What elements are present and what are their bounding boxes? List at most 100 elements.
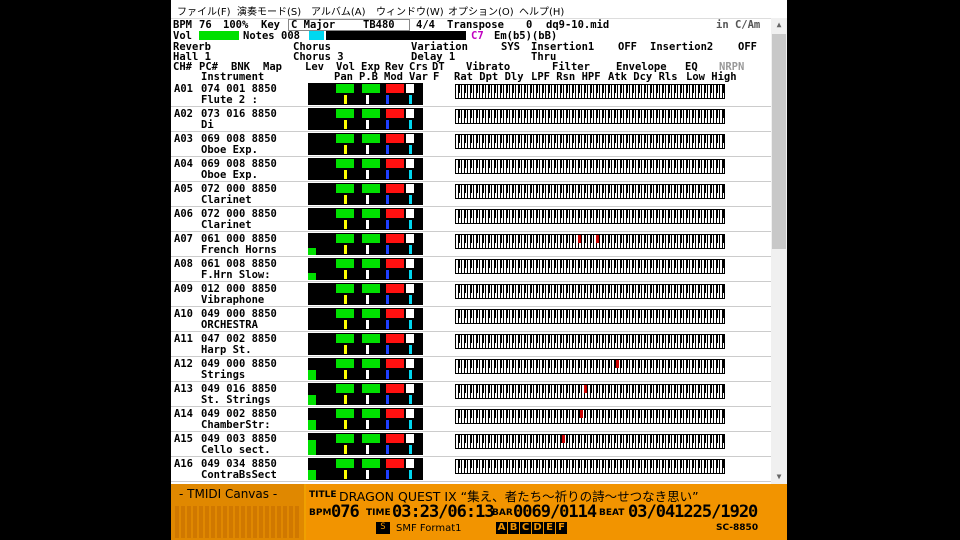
instrument-name: F.Hrn Slow: (201, 269, 271, 281)
pitch-bend-indicator (366, 220, 369, 229)
player-panel: - TMIDI Canvas - TITLE DRAGON QUEST IX “… (171, 484, 787, 540)
mod-indicator (386, 395, 389, 404)
piano-black-keys (455, 384, 725, 393)
instrument-name: Clarinet (201, 194, 252, 206)
channel-row[interactable]: A14 049 002 8850 ChamberStr: (171, 407, 771, 432)
vol-bar (336, 284, 354, 293)
mod-indicator (386, 270, 389, 279)
active-note (596, 235, 599, 243)
instrument-name: Oboe Exp. (201, 169, 258, 181)
channel-row[interactable]: A11 047 002 8850 Harp St. (171, 332, 771, 357)
scrollbar-thumb[interactable] (772, 34, 786, 249)
channel-row[interactable]: A09 012 000 8850 Vibraphone (171, 282, 771, 307)
exp-bar (362, 159, 380, 168)
pan-indicator (344, 445, 347, 454)
menu-help[interactable]: ヘルプ(H) (519, 3, 564, 18)
channel-number: A12 (174, 358, 193, 370)
channel-row[interactable]: A01 074 001 8850 Flute 2 : (171, 82, 771, 107)
mod-indicator (386, 195, 389, 204)
menu-bar: ファイル(F) 演奏モード(S) アルバム(A) ウィンドウ(W) オプション(… (171, 0, 787, 19)
vertical-scrollbar[interactable]: ▲ ▼ (771, 18, 787, 484)
rev-bar (386, 134, 404, 143)
mod-indicator (386, 320, 389, 329)
piano-black-keys (455, 159, 725, 168)
piano-black-keys (455, 109, 725, 118)
menu-file[interactable]: ファイル(F) (177, 3, 231, 18)
active-note (578, 235, 581, 243)
crs-bar (406, 284, 414, 293)
crs-bar (406, 209, 414, 218)
var-indicator (409, 345, 412, 354)
level-bar (308, 470, 316, 480)
instrument-name: Harp St. (201, 344, 252, 356)
menu-window[interactable]: ウィンドウ(W) (376, 3, 444, 18)
exp-bar (362, 234, 380, 243)
crs-bar (406, 109, 414, 118)
channel-row[interactable]: A13 049 016 8850 St. Strings (171, 382, 771, 407)
vol-bar (336, 184, 354, 193)
channel-row[interactable]: A12 049 000 8850 Strings (171, 357, 771, 382)
notes-meter-track (326, 31, 466, 40)
channel-row[interactable]: A03 069 008 8850 Oboe Exp. (171, 132, 771, 157)
channel-row[interactable]: A06 072 000 8850 Clarinet (171, 207, 771, 232)
exp-bar (362, 459, 380, 468)
scroll-up-icon[interactable]: ▲ (771, 18, 787, 32)
channel-row[interactable]: A04 069 008 8850 Oboe Exp. (171, 157, 771, 182)
var-indicator (409, 270, 412, 279)
crs-bar (406, 259, 414, 268)
exp-bar (362, 134, 380, 143)
rev-bar (386, 359, 404, 368)
channel-row[interactable]: A05 072 000 8850 Clarinet (171, 182, 771, 207)
channel-row[interactable]: A15 049 003 8850 Cello sect. (171, 432, 771, 457)
instrument-name: Clarinet (201, 219, 252, 231)
var-indicator (409, 320, 412, 329)
channel-row[interactable]: A10 049 000 8850 ORCHESTRA (171, 307, 771, 332)
piano-black-keys (455, 209, 725, 218)
menu-options[interactable]: オプション(O) (448, 3, 514, 18)
piano-black-keys (455, 84, 725, 93)
channel-row[interactable]: A07 061 000 8850 French Horns (171, 232, 771, 257)
channel-row[interactable]: A02 073 016 8850 Di (171, 107, 771, 132)
tempo-percent: 100% (223, 19, 249, 31)
menu-album[interactable]: アルバム(A) (311, 3, 366, 18)
channel-number: A15 (174, 433, 193, 445)
vol-bar (336, 384, 354, 393)
instrument-name: ContraBsSect (201, 469, 277, 481)
pan-indicator (344, 195, 347, 204)
channel-row[interactable]: A08 061 008 8850 F.Hrn Slow: (171, 257, 771, 282)
mod-indicator (386, 370, 389, 379)
piano-black-keys (455, 434, 725, 443)
channel-number: A03 (174, 133, 193, 145)
exp-bar (362, 259, 380, 268)
controller-meters (308, 108, 423, 130)
controller-meters (308, 233, 423, 255)
level-bar (308, 273, 316, 280)
key-value: C Major (291, 19, 336, 31)
mod-indicator (386, 145, 389, 154)
exp-bar (362, 409, 380, 418)
song-info: TITLE DRAGON QUEST IX “集え、者たち〜祈りの詩〜せつなき思… (306, 484, 787, 540)
controller-meters (308, 308, 423, 330)
tb-value: TB480 (363, 19, 395, 31)
envelope-sub: Atk Dcy Rls (608, 71, 678, 83)
pitch-bend-indicator (366, 95, 369, 104)
pan-indicator (344, 370, 347, 379)
menu-play-mode[interactable]: 演奏モード(S) (237, 3, 301, 18)
scroll-down-icon[interactable]: ▼ (771, 470, 787, 484)
rev-bar (386, 334, 404, 343)
level-bar (308, 440, 316, 455)
controller-meters (308, 133, 423, 155)
controller-meters (308, 408, 423, 430)
channel-number: A05 (174, 183, 193, 195)
exp-bar (362, 209, 380, 218)
map-number: 8850 (251, 333, 277, 345)
mod-indicator (386, 420, 389, 429)
channel-row[interactable]: A16 049 034 8850 ContraBsSect (171, 457, 771, 482)
instrument-name: ChamberStr: (201, 419, 271, 431)
crs-bar (406, 234, 414, 243)
var-indicator (409, 170, 412, 179)
pan-indicator (344, 395, 347, 404)
channel-number: A16 (174, 458, 193, 470)
col-pb: P.B (359, 71, 378, 83)
rev-bar (386, 109, 404, 118)
